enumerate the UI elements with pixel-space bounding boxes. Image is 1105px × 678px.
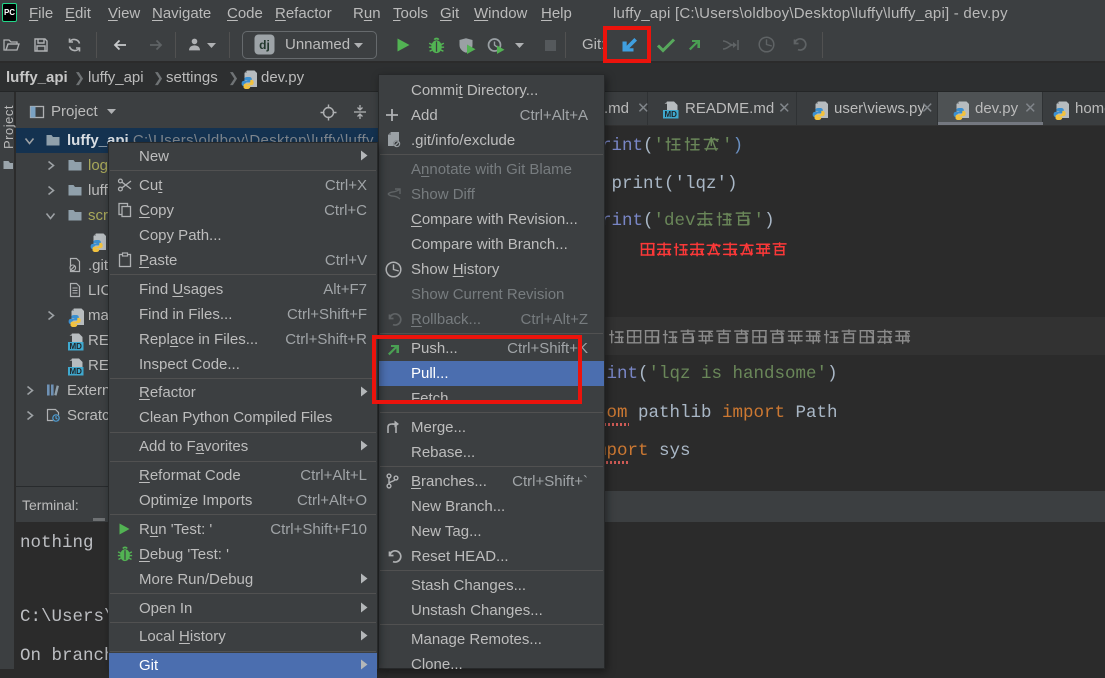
svg-text:MD: MD: [69, 341, 82, 350]
svg-text:dj: dj: [259, 38, 270, 52]
svg-text:MD: MD: [69, 366, 82, 375]
svg-text:MD: MD: [664, 110, 677, 119]
